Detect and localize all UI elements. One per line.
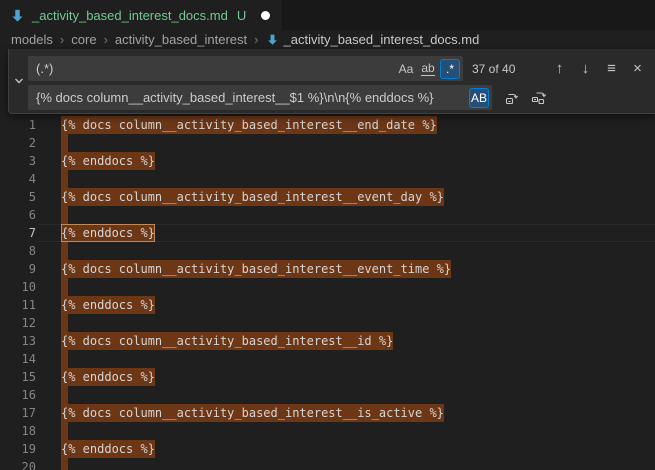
- line-number: 3: [0, 152, 38, 170]
- empty-line-match-highlight: [61, 242, 68, 260]
- editor-line[interactable]: 4: [0, 170, 655, 188]
- toggle-replace-button[interactable]: [9, 49, 28, 113]
- editor-line[interactable]: 8: [0, 242, 655, 260]
- line-number: 6: [0, 206, 38, 224]
- editor-line[interactable]: 9 {% docs column__activity_based_interest…: [0, 260, 655, 278]
- editor-line[interactable]: 5 {% docs column__activity_based_interest…: [0, 188, 655, 206]
- editor-line[interactable]: 18: [0, 422, 655, 440]
- line-number: 9: [0, 260, 38, 278]
- replace-button[interactable]: [503, 89, 521, 107]
- find-match-highlight: {% docs column__activity_based_interest_…: [61, 404, 444, 422]
- line-number: 15: [0, 368, 38, 386]
- match-case-button[interactable]: Aa: [396, 59, 416, 79]
- line-number: 12: [0, 314, 38, 332]
- line-number: 2: [0, 134, 38, 152]
- editor-line[interactable]: 1 {% docs column__activity_based_interest…: [0, 116, 655, 134]
- line-number: 10: [0, 278, 38, 296]
- breadcrumb-item-core[interactable]: core: [71, 32, 96, 47]
- empty-line-match-highlight: [61, 350, 68, 368]
- line-number: 20: [0, 458, 38, 470]
- whole-word-button[interactable]: ab: [418, 59, 438, 79]
- find-match-highlight: {% enddocs %}: [61, 368, 155, 386]
- find-match-highlight: {% docs column__activity_based_interest_…: [61, 332, 393, 350]
- tab-bar: _activity_based_interest_docs.md U: [0, 0, 655, 30]
- line-number: 14: [0, 350, 38, 368]
- close-find-widget-button[interactable]: ×: [629, 59, 646, 79]
- editor-line[interactable]: 10: [0, 278, 655, 296]
- line-number: 5: [0, 188, 38, 206]
- regex-button[interactable]: .*: [440, 59, 460, 79]
- line-number: 7: [0, 224, 38, 242]
- empty-line-match-highlight: [61, 278, 68, 296]
- breadcrumb-separator: ›: [254, 32, 258, 47]
- breadcrumb-item-activity-based-interest[interactable]: activity_based_interest: [115, 32, 247, 47]
- editor-line[interactable]: 15 {% enddocs %}: [0, 368, 655, 386]
- find-match-highlight: {% enddocs %}: [61, 296, 155, 314]
- line-number: 18: [0, 422, 38, 440]
- line-number: 16: [0, 386, 38, 404]
- empty-line-match-highlight: [61, 386, 68, 404]
- empty-line-match-highlight: [61, 314, 68, 332]
- editor-line[interactable]: 20: [0, 458, 655, 470]
- replace-all-button[interactable]: [530, 89, 548, 107]
- line-number: 17: [0, 404, 38, 422]
- breadcrumb: models › core › activity_based_interest …: [0, 30, 655, 49]
- line-number: 19: [0, 440, 38, 458]
- find-input[interactable]: (.*) Aa ab .*: [28, 56, 463, 81]
- line-number: 8: [0, 242, 38, 260]
- next-match-button[interactable]: ↓: [577, 59, 594, 79]
- find-match-highlight: {% docs column__activity_based_interest_…: [61, 188, 444, 206]
- editor-line[interactable]: 3 {% enddocs %}: [0, 152, 655, 170]
- tab-filename: _activity_based_interest_docs.md: [32, 8, 228, 23]
- find-input-value: (.*): [36, 61, 455, 76]
- editor-line[interactable]: 11 {% enddocs %}: [0, 296, 655, 314]
- breadcrumb-item-models[interactable]: models: [11, 32, 53, 47]
- editor-line[interactable]: 12: [0, 314, 655, 332]
- empty-line-match-highlight: [61, 422, 68, 440]
- line-number: 1: [0, 116, 38, 134]
- unsaved-indicator-dot[interactable]: [261, 11, 270, 20]
- editor-line[interactable]: 19 {% enddocs %}: [0, 440, 655, 458]
- find-match-highlight: {% enddocs %}: [61, 152, 155, 170]
- editor-line[interactable]: 6: [0, 206, 655, 224]
- git-status-badge: U: [237, 8, 246, 23]
- breadcrumb-separator: ›: [104, 32, 108, 47]
- breadcrumb-separator: ›: [60, 32, 64, 47]
- editor-lines: 1 {% docs column__activity_based_interest…: [0, 116, 655, 470]
- empty-line-match-highlight: [61, 458, 68, 470]
- empty-line-match-highlight: [61, 170, 68, 188]
- editor-line[interactable]: 16: [0, 386, 655, 404]
- find-match-highlight: {% docs column__activity_based_interest_…: [61, 260, 451, 278]
- editor-line[interactable]: 14: [0, 350, 655, 368]
- match-count: 37 of 40: [472, 62, 515, 76]
- editor-line[interactable]: 17 {% docs column__activity_based_interes…: [0, 404, 655, 422]
- empty-line-match-highlight: [61, 206, 68, 224]
- find-match-highlight: {% enddocs %}: [61, 440, 155, 458]
- preserve-case-button[interactable]: AB: [469, 88, 489, 108]
- empty-line-match-highlight: [61, 134, 68, 152]
- markdown-file-icon: [266, 33, 279, 46]
- find-match-highlight: {% docs column__activity_based_interest_…: [61, 116, 437, 134]
- previous-match-button[interactable]: ↑: [551, 59, 568, 79]
- breadcrumb-filename: _activity_based_interest_docs.md: [284, 32, 480, 47]
- line-number: 11: [0, 296, 38, 314]
- find-widget: (.*) Aa ab .* 37 of 40 ↑ ↓ ≡ × {% docs c…: [8, 49, 655, 114]
- editor-line[interactable]: 7 {% enddocs %}: [0, 224, 655, 242]
- replace-input[interactable]: {% docs column__activity_based_interest_…: [28, 85, 492, 110]
- breadcrumb-item-file[interactable]: _activity_based_interest_docs.md: [266, 32, 480, 47]
- markdown-file-icon: [10, 8, 25, 23]
- find-match-highlight: {% enddocs %}: [61, 224, 155, 242]
- replace-input-value: {% docs column__activity_based_interest_…: [36, 90, 484, 105]
- find-in-selection-button[interactable]: ≡: [603, 59, 620, 79]
- editor-line[interactable]: 13 {% docs column__activity_based_interes…: [0, 332, 655, 350]
- line-number: 13: [0, 332, 38, 350]
- line-number: 4: [0, 170, 38, 188]
- file-tab[interactable]: _activity_based_interest_docs.md U: [0, 0, 282, 30]
- editor-line[interactable]: 2: [0, 134, 655, 152]
